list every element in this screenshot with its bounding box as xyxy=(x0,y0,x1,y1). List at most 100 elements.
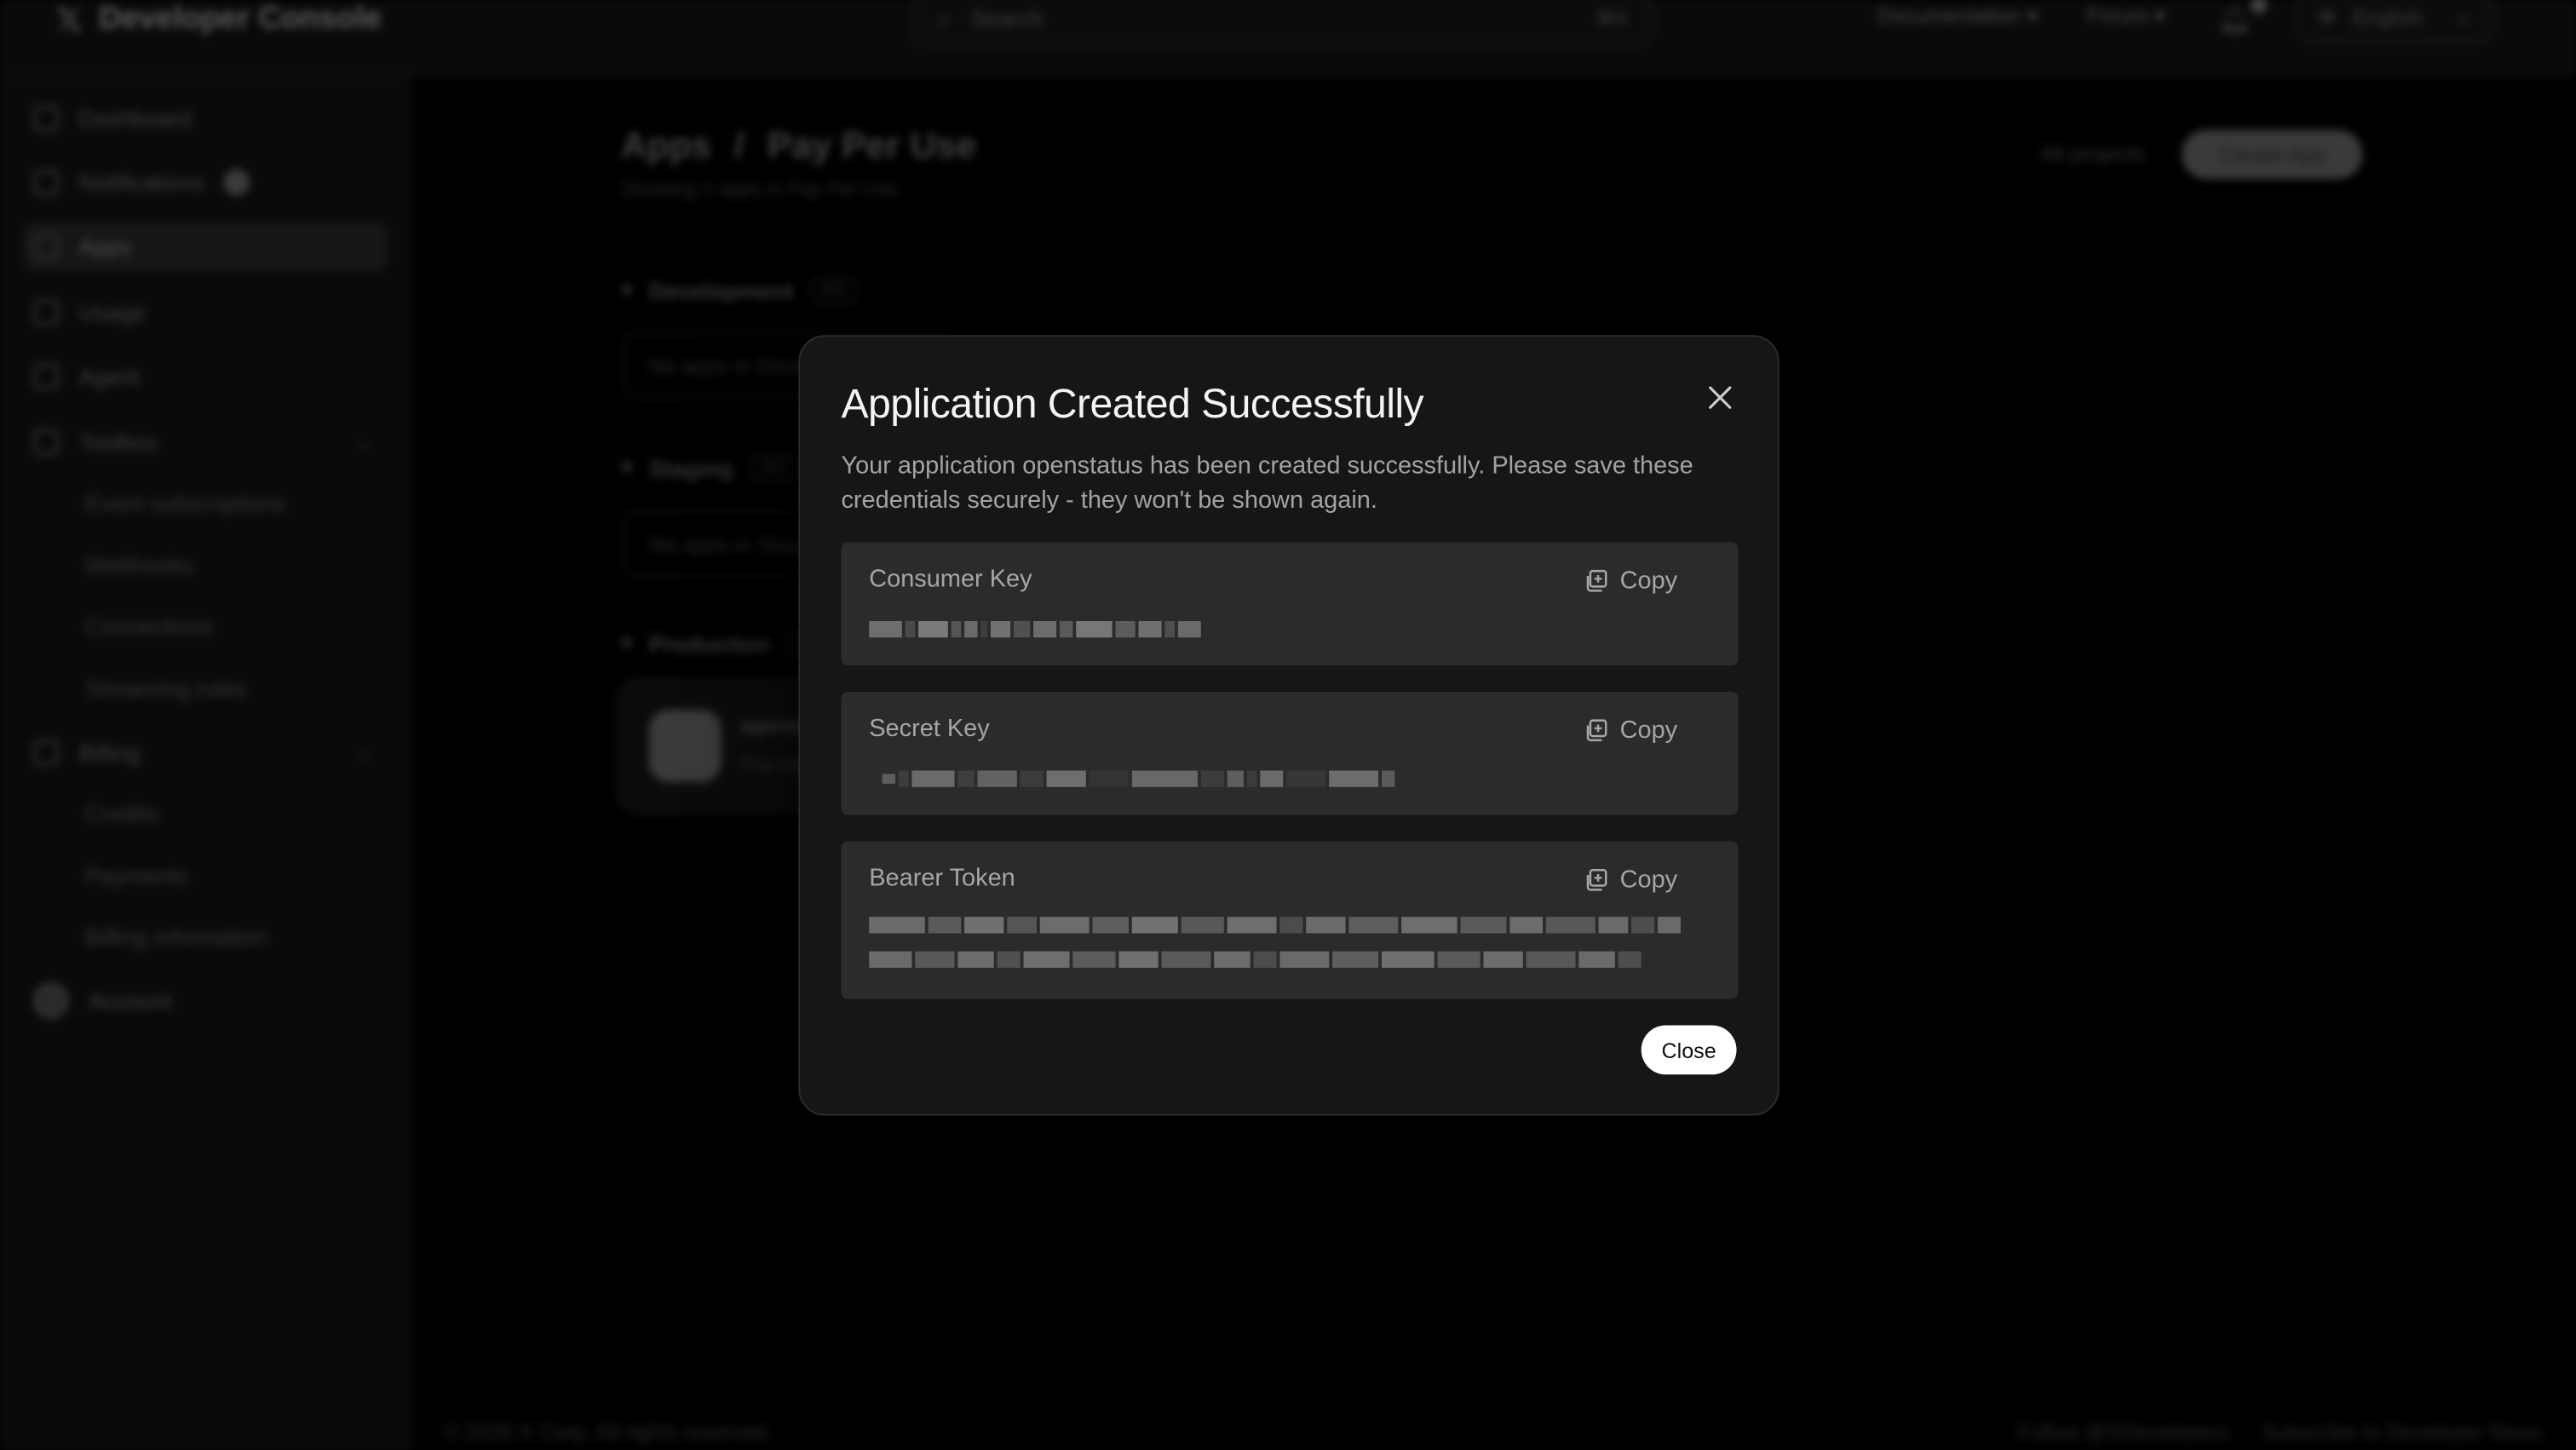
redacted-pixel-block xyxy=(869,917,925,934)
redacted-pixel-block xyxy=(1181,917,1224,934)
redacted-pixel-block xyxy=(1332,951,1379,968)
nav-documentation[interactable]: Documentation ▾ xyxy=(1877,3,2038,30)
redacted-pixel-block xyxy=(951,621,962,638)
redacted-pixel-block xyxy=(980,621,988,638)
create-app-button[interactable]: Create App xyxy=(2182,129,2363,180)
redacted-pixel-block xyxy=(1598,917,1629,934)
footer-copyright: © 2026 X Corp. All rights reserved. xyxy=(443,1419,773,1445)
redacted-pixel-block xyxy=(1618,951,1642,968)
env-count: 0/2 xyxy=(809,276,859,303)
chevron-down-icon: ▾ xyxy=(621,276,633,302)
redacted-pixel-block xyxy=(898,770,909,787)
redacted-pixel-block xyxy=(1227,917,1277,934)
nav-forum[interactable]: Forum ▾ xyxy=(2087,3,2165,30)
redacted-pixel-block xyxy=(1200,770,1224,787)
apps-icon xyxy=(32,233,60,260)
copy-icon xyxy=(1586,718,1607,741)
footer-link-follow[interactable]: Follow @XDevelopers xyxy=(2017,1419,2228,1444)
sidebar-item-dashboard[interactable]: Dashboard xyxy=(23,94,388,143)
usage-icon xyxy=(32,299,60,325)
sidebar-item-label: Billing xyxy=(78,739,141,766)
brand[interactable]: 𝕏 Developer Console xyxy=(56,0,382,39)
x-logo-icon: 𝕏 xyxy=(55,2,83,39)
sidebar-item-agent[interactable]: Agent xyxy=(23,352,388,401)
copy-icon xyxy=(1586,568,1607,591)
redacted-pixel-block xyxy=(1545,917,1596,934)
redacted-pixel-block xyxy=(1020,770,1044,787)
redacted-pixel-block xyxy=(1007,917,1037,934)
redacted-pixel-block xyxy=(1253,951,1277,968)
copy-label: Copy xyxy=(1619,865,1678,894)
bearer-token-field: Bearer Token Copy xyxy=(841,841,1739,999)
bearer-token-label: Bearer Token xyxy=(869,864,1015,893)
sidebar-sub-webhooks[interactable]: Webhooks xyxy=(85,552,193,578)
avatar xyxy=(32,982,70,1019)
footer-link-subscribe[interactable]: Subscribe to Developer News xyxy=(2262,1419,2543,1444)
search-shortcut: ⌘K xyxy=(1595,6,1629,30)
search-box[interactable]: ⌕ Search ⌘K xyxy=(913,0,1653,47)
all-projects-link[interactable]: All projects xyxy=(2040,141,2145,166)
sidebar-item-usage[interactable]: Usage xyxy=(23,288,388,337)
redacted-pixel-block xyxy=(1118,951,1159,968)
redacted-pixel-block xyxy=(1013,621,1031,638)
env-staging-header[interactable]: ▾ Staging 0/2 xyxy=(621,453,798,481)
redacted-pixel-block xyxy=(1437,951,1481,968)
sidebar-sub-payments[interactable]: Payments xyxy=(85,863,187,889)
redacted-pixel-block xyxy=(1214,951,1251,968)
close-button[interactable]: Close xyxy=(1641,1025,1737,1075)
copy-consumer-key-button[interactable]: Copy xyxy=(1584,564,1677,597)
redacted-pixel-block xyxy=(957,770,975,787)
secret-key-redacted xyxy=(882,768,1399,791)
redacted-pixel-block xyxy=(1072,951,1116,968)
sidebar-item-apps[interactable]: Apps xyxy=(23,222,388,272)
redacted-pixel-block xyxy=(1033,621,1057,638)
app-icon xyxy=(648,710,722,783)
brand-label: Developer Console xyxy=(98,1,382,37)
redacted-pixel-block xyxy=(1246,770,1257,787)
redacted-pixel-block xyxy=(1279,917,1303,934)
redacted-pixel-block xyxy=(911,770,955,787)
redacted-pixel-block xyxy=(869,951,912,968)
redacted-pixel-block xyxy=(905,621,916,638)
billing-icon xyxy=(32,739,60,766)
bell-icon[interactable]: 🔔︎ xyxy=(2218,0,2268,37)
sidebar-item-label: Notifications xyxy=(78,169,204,196)
sidebar-item-billing[interactable]: Billing ⌄ xyxy=(23,728,388,777)
sidebar-sub-credits[interactable]: Credits xyxy=(85,800,158,826)
copy-bearer-token-button[interactable]: Copy xyxy=(1584,863,1677,896)
sidebar-item-toolbox[interactable]: Toolbox ⌄ xyxy=(23,417,388,467)
redacted-pixel-block xyxy=(964,917,1004,934)
sidebar-item-notifications[interactable]: Notifications xyxy=(23,158,388,207)
sidebar-sub-connections[interactable]: Connections xyxy=(85,613,213,639)
close-icon[interactable] xyxy=(1702,380,1738,416)
redacted-pixel-block xyxy=(1076,621,1113,638)
redacted-pixel-block xyxy=(957,951,994,968)
redacted-pixel-block xyxy=(1631,917,1655,934)
redacted-pixel-block xyxy=(1227,770,1244,787)
sidebar-sub-billing-information[interactable]: Billing information xyxy=(85,924,267,950)
search-icon: ⌕ xyxy=(938,3,952,31)
redacted-pixel-block xyxy=(1401,917,1458,934)
redacted-pixel-block xyxy=(1526,951,1576,968)
copy-secret-key-button[interactable]: Copy xyxy=(1584,713,1677,746)
sidebar-sub-event-subscriptions[interactable]: Event subscriptions xyxy=(85,490,285,516)
env-count: 0/2 xyxy=(750,454,798,481)
redacted-pixel-block xyxy=(1260,770,1284,787)
redacted-pixel-block xyxy=(977,770,1017,787)
sidebar-sub-streaming-rules[interactable]: Streaming rules xyxy=(85,676,246,702)
sidebar-item-account[interactable]: Account xyxy=(23,976,388,1026)
redacted-pixel-block xyxy=(1381,770,1395,787)
notifications-icon xyxy=(32,169,60,196)
secret-key-field: Secret Key Copy xyxy=(841,691,1739,815)
chevron-down-icon: ⌄ xyxy=(354,740,371,764)
env-development-header[interactable]: ▾ Development 0/2 xyxy=(621,276,859,304)
breadcrumb-root[interactable]: Apps xyxy=(621,125,711,168)
language-select[interactable]: ⊕ English ⌄ xyxy=(2297,0,2494,43)
chevron-down-icon: ▾ xyxy=(621,453,633,480)
screen: 𝕏 Developer Console ⌕ Search ⌘K Document… xyxy=(0,0,2576,1450)
redacted-pixel-block xyxy=(1161,951,1211,968)
search-placeholder: Search xyxy=(970,4,1044,32)
redacted-pixel-block xyxy=(1578,951,1615,968)
redacted-pixel-block xyxy=(1131,917,1178,934)
breadcrumb: Apps / Pay Per Use xyxy=(621,125,976,168)
